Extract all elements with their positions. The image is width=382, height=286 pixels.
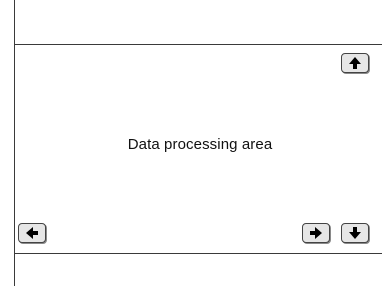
scroll-right-button[interactable] <box>302 223 330 243</box>
arrow-left-icon <box>25 226 39 240</box>
scroll-up-button[interactable] <box>341 53 369 73</box>
app-window: Data processing area <box>0 0 382 286</box>
scroll-left-button[interactable] <box>18 223 46 243</box>
arrow-down-icon <box>348 226 362 240</box>
bottom-divider <box>14 253 382 254</box>
top-divider <box>14 44 382 45</box>
left-border <box>14 0 15 286</box>
arrow-right-icon <box>309 226 323 240</box>
arrow-up-icon <box>348 56 362 70</box>
scroll-down-button[interactable] <box>341 223 369 243</box>
data-processing-area-label: Data processing area <box>127 136 273 153</box>
